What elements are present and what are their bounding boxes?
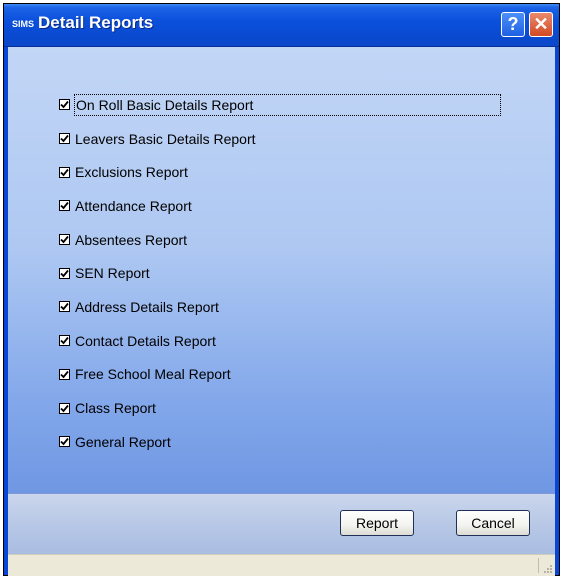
window-title: Detail Reports (38, 13, 154, 32)
report-option-contact[interactable]: Contact Details Report (59, 324, 500, 358)
checkbox-checked-icon[interactable] (59, 133, 70, 145)
report-option-free-school-meal[interactable]: Free School Meal Report (59, 358, 500, 392)
report-option-label: Absentees Report (75, 231, 188, 248)
checkbox-checked-icon[interactable] (59, 301, 70, 313)
report-option-label: Contact Details Report (75, 332, 216, 349)
checkbox-checked-icon[interactable] (59, 368, 70, 380)
checkbox-checked-icon[interactable] (59, 436, 70, 448)
help-icon: ? (507, 14, 519, 34)
report-option-attendance[interactable]: Attendance Report (59, 189, 500, 223)
report-option-sen[interactable]: SEN Report (59, 256, 500, 290)
report-option-label: Attendance Report (75, 197, 192, 214)
report-option-label: Leavers Basic Details Report (75, 130, 256, 147)
detail-reports-window: SIMS Detail Reports ? ✕ On Roll Basic De… (3, 3, 560, 576)
sims-app-icon: SIMS (12, 19, 35, 29)
report-option-label: On Roll Basic Details Report (73, 93, 502, 116)
report-button[interactable]: Report (340, 510, 414, 536)
checkbox-checked-icon[interactable] (59, 200, 70, 212)
status-bar (8, 554, 555, 576)
report-option-label: Class Report (75, 400, 156, 417)
checkbox-checked-icon[interactable] (59, 99, 70, 111)
report-option-label: General Report (75, 433, 171, 450)
report-option-absentees[interactable]: Absentees Report (59, 223, 500, 257)
resize-grip-icon[interactable] (541, 562, 553, 574)
status-bar-divider (538, 558, 539, 573)
report-option-general[interactable]: General Report (59, 425, 500, 459)
report-checkbox-list: On Roll Basic Details Report Leavers Bas… (59, 88, 502, 459)
checkbox-checked-icon[interactable] (59, 234, 70, 246)
title-bar[interactable]: SIMS Detail Reports ? ✕ (4, 4, 559, 47)
report-option-leavers[interactable]: Leavers Basic Details Report (59, 122, 500, 156)
report-option-class[interactable]: Class Report (59, 391, 500, 425)
cancel-button[interactable]: Cancel (456, 510, 530, 536)
report-option-label: SEN Report (75, 265, 150, 282)
report-option-exclusions[interactable]: Exclusions Report (59, 155, 500, 189)
help-button[interactable]: ? (501, 12, 525, 37)
report-option-label: Address Details Report (75, 298, 219, 315)
report-selection-panel: On Roll Basic Details Report Leavers Bas… (8, 47, 555, 493)
checkbox-checked-icon[interactable] (59, 166, 70, 178)
close-button[interactable]: ✕ (529, 12, 553, 37)
checkbox-checked-icon[interactable] (59, 267, 70, 279)
report-option-label: Exclusions Report (75, 164, 188, 181)
report-option-on-roll[interactable]: On Roll Basic Details Report (59, 88, 502, 122)
button-bar: Report Cancel (8, 493, 555, 554)
report-option-label: Free School Meal Report (75, 366, 231, 383)
checkbox-checked-icon[interactable] (59, 335, 70, 347)
report-option-address[interactable]: Address Details Report (59, 290, 500, 324)
checkbox-checked-icon[interactable] (59, 402, 70, 414)
close-icon: ✕ (533, 14, 549, 34)
